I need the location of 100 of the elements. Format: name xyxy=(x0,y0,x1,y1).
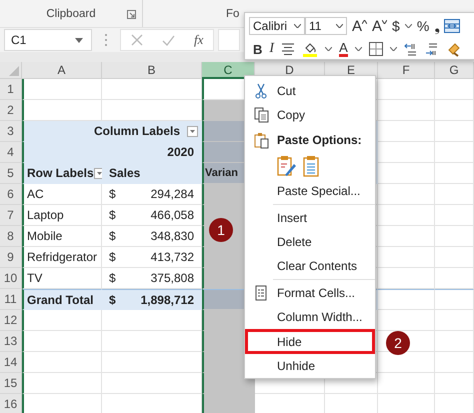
row-header[interactable]: 12 xyxy=(0,310,22,331)
launcher-icon[interactable] xyxy=(127,10,136,19)
table-cell xyxy=(435,121,474,142)
caret-icon[interactable] xyxy=(390,47,397,51)
cell-text: $ xyxy=(109,187,116,201)
caret-icon[interactable] xyxy=(404,24,412,28)
cell-text: Sales xyxy=(109,166,140,180)
caret-icon[interactable] xyxy=(354,47,362,51)
menu-item[interactable]: Insert xyxy=(245,206,375,230)
menu-item[interactable]: Column Width... xyxy=(245,305,375,329)
cell-text: 375,808 xyxy=(150,271,194,285)
caret-icon[interactable] xyxy=(325,47,332,51)
increase-font-button[interactable]: A xyxy=(352,18,368,34)
row-header[interactable]: 16 xyxy=(0,394,22,413)
row-header[interactable]: 11 xyxy=(0,289,22,310)
font-color-button[interactable]: A xyxy=(339,41,348,57)
row-header[interactable]: 5 xyxy=(0,163,22,184)
decrease-font-button[interactable]: A xyxy=(372,18,388,34)
table-cell xyxy=(435,184,474,205)
table-cell xyxy=(378,184,435,205)
cell-text: 466,058 xyxy=(150,208,194,222)
menu-item[interactable]: Clear Contents xyxy=(245,254,375,278)
table-cell xyxy=(435,352,474,373)
menu-heading: Paste Options: xyxy=(277,133,362,147)
filter-dropdown-icon[interactable] xyxy=(187,126,198,136)
row-header[interactable]: 1 xyxy=(0,79,22,100)
menu-item[interactable]: Copy xyxy=(245,103,375,127)
formula-input[interactable] xyxy=(218,29,240,51)
table-cell xyxy=(435,79,474,100)
row-header[interactable]: 2 xyxy=(0,100,22,121)
table-cell xyxy=(378,289,435,310)
row-header[interactable]: 13 xyxy=(0,331,22,352)
table-cell xyxy=(435,373,474,394)
row-header[interactable]: 8 xyxy=(0,226,22,247)
column-header[interactable]: B xyxy=(102,62,202,79)
down-caret-icon xyxy=(382,20,388,24)
cell-text: 1,898,712 xyxy=(140,292,194,306)
cell-text: 413,732 xyxy=(150,250,194,264)
caret-icon[interactable] xyxy=(336,24,343,28)
fill-color-icon[interactable] xyxy=(302,41,318,57)
cell-text: TV xyxy=(27,271,42,285)
menu-item[interactable]: Cut xyxy=(245,79,375,103)
menu-item[interactable]: Paste Special... xyxy=(245,179,375,203)
decrease-decimal-icon[interactable] xyxy=(424,42,439,56)
row-header[interactable]: 10 xyxy=(0,268,22,289)
group-label: Clipboard xyxy=(46,7,96,21)
cell-text: Varian xyxy=(205,167,238,179)
up-caret-icon xyxy=(362,20,368,24)
row-header[interactable]: 14 xyxy=(0,352,22,373)
paintbrush-icon[interactable] xyxy=(446,41,462,57)
paste-clipboard-icon[interactable] xyxy=(303,155,319,177)
column-header[interactable]: F xyxy=(378,62,435,79)
column-header[interactable]: C xyxy=(202,62,255,79)
table-cell xyxy=(378,79,435,100)
toolbar-button[interactable]: $ xyxy=(392,18,400,34)
caret-icon[interactable] xyxy=(294,24,301,28)
cell-text: $ xyxy=(109,292,116,306)
row-header[interactable]: 6 xyxy=(0,184,22,205)
name-box[interactable]: C1 xyxy=(4,29,92,51)
table-cell xyxy=(435,310,474,331)
increase-decimal-icon[interactable] xyxy=(404,42,418,56)
cell-text: Mobile xyxy=(27,229,62,243)
cell-text: 294,284 xyxy=(150,187,194,201)
menu-item[interactable]: Format Cells... xyxy=(245,281,375,305)
paste-formatting-icon[interactable] xyxy=(277,155,297,177)
menu-item[interactable]: Hide xyxy=(245,329,375,354)
table-cell xyxy=(378,100,435,121)
table-cell xyxy=(378,226,435,247)
menu-item[interactable]: Unhide xyxy=(245,354,375,378)
table-cell xyxy=(435,205,474,226)
table-cell xyxy=(378,373,435,394)
dropdown-icon[interactable] xyxy=(75,38,83,42)
table-cell xyxy=(378,142,435,163)
column-header[interactable]: G xyxy=(435,62,474,79)
font-size-field[interactable]: 11 xyxy=(305,17,347,35)
row-header[interactable]: 7 xyxy=(0,205,22,226)
row-header[interactable]: 15 xyxy=(0,373,22,394)
cell-text: $ xyxy=(109,229,116,243)
font-name-field[interactable]: Calibri xyxy=(249,17,305,35)
cell-text: Refridgerator xyxy=(27,250,98,264)
row-header[interactable]: 3 xyxy=(0,121,22,142)
italic-button[interactable]: I xyxy=(269,41,274,57)
merge-center-icon[interactable] xyxy=(444,19,460,33)
group-label: Fo xyxy=(226,7,240,21)
cell-text: 2020 xyxy=(167,145,194,159)
toolbar-button[interactable]: % xyxy=(416,18,430,34)
column-header[interactable]: A xyxy=(22,62,102,79)
align-center-icon[interactable] xyxy=(281,43,296,55)
toolbar-button[interactable]: ❟ xyxy=(434,18,440,34)
bold-button[interactable]: B xyxy=(253,42,262,56)
row-header[interactable]: 9 xyxy=(0,247,22,268)
menu-item[interactable]: Delete xyxy=(245,230,375,254)
row-header[interactable]: 4 xyxy=(0,142,22,163)
copy-icon xyxy=(254,107,268,123)
scissors-icon xyxy=(254,83,268,99)
borders-icon[interactable] xyxy=(368,42,383,56)
insert-function-button[interactable]: fx xyxy=(194,32,204,48)
cell-text: Laptop xyxy=(27,208,64,222)
cell-text: Column Labels xyxy=(94,124,180,138)
table-cell xyxy=(435,268,474,289)
